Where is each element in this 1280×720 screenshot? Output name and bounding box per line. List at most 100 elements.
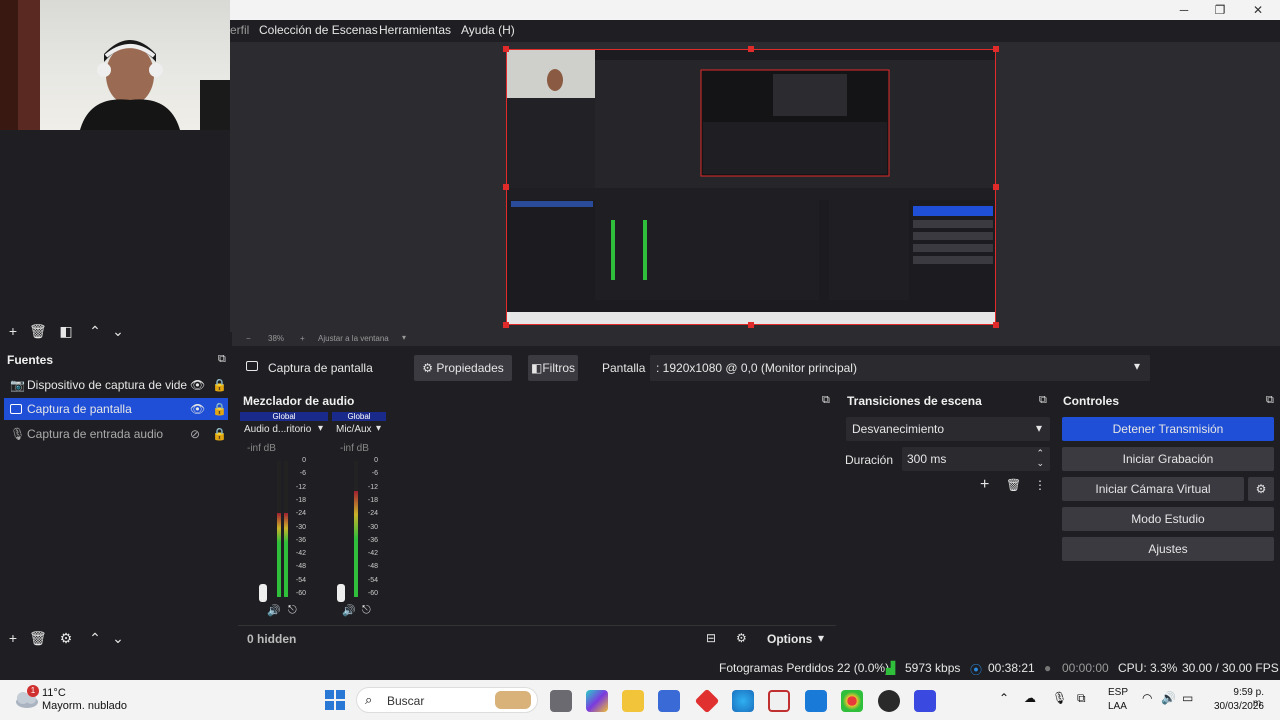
search-box[interactable]: ⌕ Buscar	[356, 687, 538, 713]
more-options-icon[interactable]: ⋮	[1034, 478, 1046, 492]
source-settings-icon[interactable]: ⚙	[58, 630, 74, 646]
microphone-icon[interactable]: 🎙	[1052, 691, 1067, 705]
source-label: Dispositivo de captura de videc	[27, 378, 187, 392]
meter-scale-tick: -30	[295, 523, 306, 531]
app-red-icon[interactable]	[694, 688, 720, 714]
display-icon[interactable]: ⧉	[1077, 691, 1086, 706]
chevron-down-icon[interactable]: ▾	[318, 423, 323, 434]
chevron-down-icon: ▾	[1035, 421, 1042, 435]
monitor-audio-icon[interactable]: ⎋	[362, 604, 371, 617]
stop-stream-button[interactable]: Detener Transmisión	[1062, 417, 1274, 441]
start-recording-button[interactable]: Iniciar Grabación	[1062, 447, 1274, 471]
volume-fader[interactable]	[259, 584, 267, 602]
display-select[interactable]: : 1920x1080 @ 0,0 (Monitor principal) ▾	[650, 355, 1150, 381]
lock-icon[interactable]: 🔒	[212, 374, 227, 396]
visibility-hidden-icon[interactable]: ⊘	[190, 423, 200, 445]
zoom-bar: − 38% + Ajustar a la ventana ▾	[232, 332, 1280, 346]
language-bottom[interactable]: LAA	[1108, 701, 1127, 712]
properties-button[interactable]: ⚙ Propiedades	[414, 355, 512, 381]
fit-to-window[interactable]: Ajustar a la ventana	[318, 334, 389, 343]
source-item-selected[interactable]: Captura de pantalla 👁 🔒	[4, 398, 228, 420]
volume-fader[interactable]	[337, 584, 345, 602]
source-item[interactable]: 📷 Dispositivo de captura de videc 👁 🔒	[4, 374, 228, 396]
undock-icon[interactable]: ⧉	[218, 353, 226, 366]
browser-icon[interactable]	[732, 690, 754, 712]
cloud-icon[interactable]: ☁	[1024, 691, 1036, 705]
move-down-icon[interactable]: ⌄	[110, 323, 126, 339]
close-icon[interactable]: ✕	[1250, 2, 1266, 18]
visibility-icon[interactable]: 👁	[190, 374, 205, 396]
maximize-icon[interactable]: ❐	[1212, 2, 1228, 18]
volume-icon[interactable]: 🔊	[1161, 691, 1176, 705]
transition-select[interactable]: Desvanecimiento ▾	[846, 417, 1050, 441]
battery-icon[interactable]: ▭	[1182, 691, 1193, 705]
language-top[interactable]: ESP	[1108, 687, 1128, 698]
sources-title: Fuentes	[7, 353, 54, 367]
menu-scene-collection[interactable]: Colección de Escenas	[259, 23, 378, 37]
monitor-audio-icon[interactable]: ⎋	[288, 604, 297, 617]
obs-icon[interactable]	[878, 690, 900, 712]
filter-scene-icon[interactable]: ◧	[58, 323, 74, 339]
duration-input[interactable]: 300 ms ⌃ ⌄	[902, 447, 1050, 471]
store-icon[interactable]	[658, 690, 680, 712]
speaker-icon[interactable]: 🔊	[267, 604, 281, 617]
delete-scene-icon[interactable]: 🗑	[29, 323, 47, 339]
speaker-icon[interactable]: 🔊	[342, 604, 356, 617]
lock-icon[interactable]: 🔒	[212, 423, 227, 445]
menu-tools[interactable]: Herramientas	[379, 23, 451, 37]
menu-help[interactable]: Ayuda (H)	[461, 23, 515, 37]
undock-icon[interactable]: ⧉	[822, 394, 830, 407]
filters-button[interactable]: ◧Filtros	[528, 355, 578, 381]
wifi-icon[interactable]: ◠	[1142, 691, 1152, 705]
chevron-down-icon[interactable]: ▾	[376, 423, 381, 434]
chrome-icon[interactable]	[841, 690, 863, 712]
chevron-down-icon[interactable]: ▾	[818, 631, 824, 645]
mixer-layout-icon[interactable]: ⊟	[706, 631, 716, 645]
studio-mode-button[interactable]: Modo Estudio	[1062, 507, 1274, 531]
chevron-up-icon[interactable]: ⌃	[999, 691, 1009, 705]
channel-header: Global	[332, 412, 386, 421]
divider	[238, 625, 836, 626]
zoom-out-icon[interactable]: −	[246, 334, 251, 343]
outlook-icon[interactable]	[805, 690, 827, 712]
file-explorer-icon[interactable]	[622, 690, 644, 712]
channel-name[interactable]: Mic/Aux	[336, 424, 372, 435]
move-up-icon[interactable]: ⌃	[87, 630, 103, 646]
preview-canvas[interactable]	[503, 46, 999, 328]
add-transition-icon[interactable]: +	[980, 476, 989, 494]
mcafee-icon[interactable]	[768, 690, 790, 712]
virtual-camera-settings-button[interactable]: ⚙	[1248, 477, 1274, 501]
hidden-count[interactable]: 0 hidden	[247, 632, 296, 646]
visibility-icon[interactable]: 👁	[190, 398, 205, 420]
menu-profile[interactable]: erfil	[230, 23, 249, 37]
monitor-icon	[246, 361, 258, 371]
move-up-icon[interactable]: ⌃	[87, 323, 103, 339]
start-virtual-camera-button[interactable]: Iniciar Cámara Virtual	[1062, 477, 1244, 501]
app-blue-icon[interactable]	[914, 690, 936, 712]
channel-db: -inf dB	[247, 443, 276, 454]
add-source-icon[interactable]: +	[5, 630, 21, 646]
lock-icon[interactable]: 🔒	[212, 398, 227, 420]
audio-mixer-dock: Mezclador de audio ⧉ Global Audio d...ri…	[238, 391, 836, 649]
undock-icon[interactable]: ⧉	[1266, 394, 1274, 407]
add-scene-icon[interactable]: +	[5, 323, 21, 339]
fps: 30.00 / 30.00 FPS	[1182, 661, 1279, 675]
settings-button[interactable]: Ajustes	[1062, 537, 1274, 561]
channel-name[interactable]: Audio d...ritorio	[244, 424, 311, 435]
undock-icon[interactable]: ⧉	[1039, 394, 1047, 407]
windows-start-icon[interactable]	[324, 689, 346, 711]
clock-date[interactable]: 30/03/2026	[1210, 701, 1264, 712]
copilot-icon[interactable]	[586, 690, 608, 712]
source-item[interactable]: 🎙 Captura de entrada audio ⊘ 🔒	[4, 423, 228, 445]
zoom-dropdown-icon[interactable]: ▾	[402, 333, 406, 342]
delete-source-icon[interactable]: 🗑	[29, 630, 47, 646]
stepper-down-icon[interactable]: ⌄	[1036, 458, 1044, 469]
zoom-in-icon[interactable]: +	[300, 334, 305, 343]
gear-icon[interactable]: ⚙	[736, 631, 747, 645]
delete-transition-icon[interactable]: 🗑	[1006, 478, 1021, 492]
options-button[interactable]: Options	[767, 632, 812, 646]
task-view-icon[interactable]	[550, 690, 572, 712]
meter-scale-tick: -18	[295, 496, 306, 504]
move-down-icon[interactable]: ⌄	[110, 630, 126, 646]
minimize-icon[interactable]: ─	[1176, 2, 1192, 18]
